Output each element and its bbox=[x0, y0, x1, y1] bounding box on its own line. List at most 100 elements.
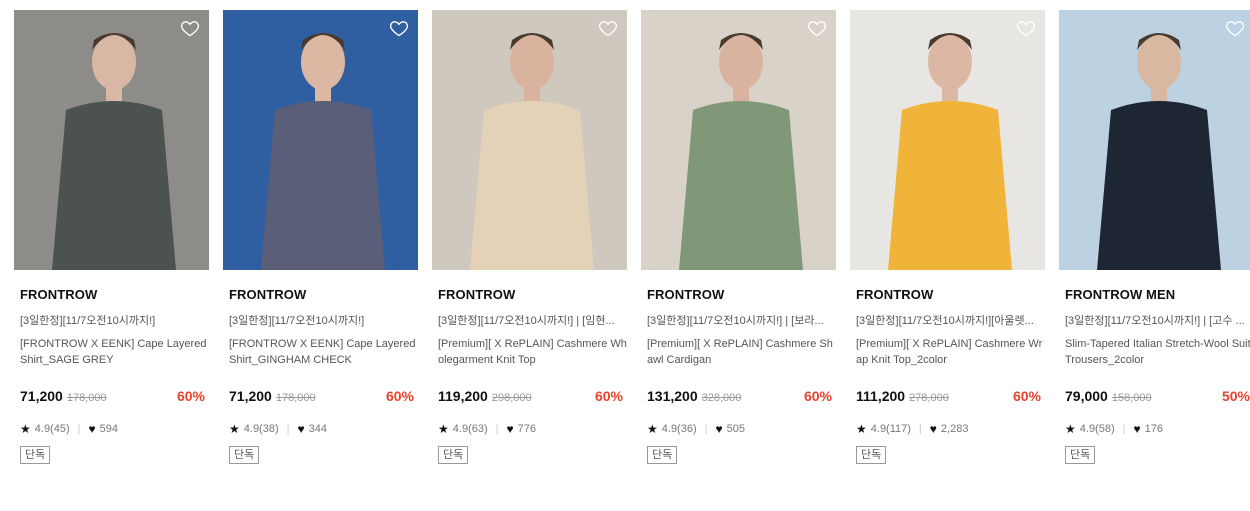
star-icon: ★ bbox=[438, 422, 449, 436]
divider: | bbox=[918, 423, 922, 435]
rating-text: 4.9(38) bbox=[243, 423, 279, 435]
product-card[interactable]: FRONTROW MEN [3일한정][11/7오전10시까지!] | [고수 … bbox=[1059, 10, 1250, 480]
divider: | bbox=[1122, 423, 1126, 435]
star-icon: ★ bbox=[1065, 422, 1076, 436]
heart-filled-icon: ♥ bbox=[715, 422, 723, 436]
sale-price: 71,200 bbox=[20, 388, 63, 404]
product-brand[interactable]: FRONTROW bbox=[647, 287, 724, 302]
exclusive-badge: 단독 bbox=[438, 446, 469, 464]
product-meta: ★ 4.9(58) | ♥ 176 bbox=[1065, 422, 1163, 436]
discount-rate: 60% bbox=[176, 388, 205, 404]
star-icon: ★ bbox=[647, 422, 658, 436]
wishlist-heart-icon[interactable] bbox=[389, 18, 409, 38]
discount-rate: 60% bbox=[385, 388, 414, 404]
heart-filled-icon: ♥ bbox=[88, 422, 96, 436]
wishlist-heart-icon[interactable] bbox=[807, 18, 827, 38]
product-promo[interactable]: [3일한정][11/7오전10시까지!] | [임현... bbox=[438, 312, 628, 328]
product-image[interactable] bbox=[432, 10, 627, 270]
product-price: 71,200 178,000 bbox=[229, 388, 316, 404]
heart-filled-icon: ♥ bbox=[297, 422, 305, 436]
star-icon: ★ bbox=[20, 422, 31, 436]
product-meta: ★ 4.9(38) | ♥ 344 bbox=[229, 422, 327, 436]
original-price: 278,000 bbox=[909, 392, 949, 404]
sale-price: 71,200 bbox=[229, 388, 272, 404]
rating-text: 4.9(45) bbox=[34, 423, 70, 435]
product-meta: ★ 4.9(63) | ♥ 776 bbox=[438, 422, 536, 436]
divider: | bbox=[77, 423, 81, 435]
product-meta: ★ 4.9(117) | ♥ 2,283 bbox=[856, 422, 968, 436]
product-image[interactable] bbox=[1059, 10, 1250, 270]
original-price: 298,000 bbox=[491, 392, 532, 404]
product-promo[interactable]: [3일한정][11/7오전10시까지!][아울렛... bbox=[856, 312, 1046, 328]
exclusive-badge: 단독 bbox=[20, 446, 51, 464]
product-name[interactable]: [FRONTROW X EENK] Cape Layered Shirt_GIN… bbox=[229, 336, 419, 368]
likes-count: 594 bbox=[99, 423, 118, 435]
product-card[interactable]: FRONTROW [3일한정][11/7오전10시까지!] [FRONTROW … bbox=[223, 10, 418, 480]
product-image[interactable] bbox=[850, 10, 1045, 270]
likes-count: 505 bbox=[726, 423, 745, 435]
rating-text: 4.9(63) bbox=[452, 423, 488, 435]
sale-price: 79,000 bbox=[1065, 388, 1108, 404]
product-name[interactable]: [Premium][ X RePLAIN] Cashmere Wholegarm… bbox=[438, 336, 628, 368]
exclusive-badge: 단독 bbox=[229, 446, 260, 464]
sale-price: 119,200 bbox=[438, 388, 488, 404]
product-name[interactable]: [FRONTROW X EENK] Cape Layered Shirt_SAG… bbox=[20, 336, 210, 368]
product-brand[interactable]: FRONTROW bbox=[229, 287, 306, 302]
product-brand[interactable]: FRONTROW bbox=[20, 287, 97, 302]
divider: | bbox=[495, 423, 499, 435]
divider: | bbox=[704, 423, 708, 435]
exclusive-badge: 단독 bbox=[856, 446, 887, 464]
product-brand[interactable]: FRONTROW bbox=[438, 287, 515, 302]
divider: | bbox=[286, 423, 290, 435]
product-card[interactable]: FRONTROW [3일한정][11/7오전10시까지!] | [보라... [… bbox=[641, 10, 836, 480]
product-card[interactable]: FRONTROW [3일한정][11/7오전10시까지!] [FRONTROW … bbox=[14, 10, 209, 480]
rating-text: 4.9(117) bbox=[870, 423, 911, 435]
product-image[interactable] bbox=[223, 10, 418, 270]
exclusive-badge: 단독 bbox=[1065, 446, 1096, 464]
wishlist-heart-icon[interactable] bbox=[180, 18, 200, 38]
product-price: 111,200 278,000 bbox=[856, 388, 949, 404]
exclusive-badge: 단독 bbox=[647, 446, 678, 464]
discount-rate: 60% bbox=[803, 388, 832, 404]
product-promo[interactable]: [3일한정][11/7오전10시까지!] bbox=[229, 312, 419, 328]
product-promo[interactable]: [3일한정][11/7오전10시까지!] | [보라... bbox=[647, 312, 837, 328]
original-price: 328,000 bbox=[701, 392, 742, 404]
product-price: 71,200 178,000 bbox=[20, 388, 107, 404]
likes-count: 2,283 bbox=[940, 423, 969, 435]
product-card[interactable]: FRONTROW [3일한정][11/7오전10시까지!][아울렛... [Pr… bbox=[850, 10, 1045, 480]
product-promo[interactable]: [3일한정][11/7오전10시까지!] bbox=[20, 312, 210, 328]
product-price: 131,200 328,000 bbox=[647, 388, 741, 404]
product-card[interactable]: FRONTROW [3일한정][11/7오전10시까지!] | [임현... [… bbox=[432, 10, 627, 480]
product-promo[interactable]: [3일한정][11/7오전10시까지!] | [고수 ... bbox=[1065, 312, 1250, 328]
discount-rate: 50% bbox=[1221, 388, 1250, 404]
product-meta: ★ 4.9(36) | ♥ 505 bbox=[647, 422, 745, 436]
product-name[interactable]: [Premium][ X RePLAIN] Cashmere Shawl Car… bbox=[647, 336, 837, 368]
product-meta: ★ 4.9(45) | ♥ 594 bbox=[20, 422, 118, 436]
rating-text: 4.9(58) bbox=[1079, 423, 1115, 435]
product-name[interactable]: [Premium][ X RePLAIN] Cashmere Wrap Knit… bbox=[856, 336, 1046, 368]
star-icon: ★ bbox=[229, 422, 240, 436]
likes-count: 176 bbox=[1144, 423, 1163, 435]
product-image[interactable] bbox=[641, 10, 836, 270]
product-image[interactable] bbox=[14, 10, 209, 270]
discount-rate: 60% bbox=[594, 388, 623, 404]
heart-filled-icon: ♥ bbox=[1133, 422, 1141, 436]
original-price: 178,000 bbox=[275, 392, 316, 404]
original-price: 158,000 bbox=[1111, 392, 1152, 404]
sale-price: 111,200 bbox=[856, 388, 906, 404]
likes-count: 776 bbox=[517, 423, 536, 435]
wishlist-heart-icon[interactable] bbox=[598, 18, 618, 38]
product-brand[interactable]: FRONTROW bbox=[856, 287, 933, 302]
heart-filled-icon: ♥ bbox=[929, 422, 937, 436]
product-grid: FRONTROW [3일한정][11/7오전10시까지!] [FRONTROW … bbox=[0, 0, 1250, 511]
sale-price: 131,200 bbox=[647, 388, 698, 404]
product-name[interactable]: Slim-Tapered Italian Stretch-Wool Suit T… bbox=[1065, 336, 1250, 368]
star-icon: ★ bbox=[856, 422, 867, 436]
product-price: 119,200 298,000 bbox=[438, 388, 532, 404]
product-brand[interactable]: FRONTROW MEN bbox=[1065, 287, 1175, 302]
wishlist-heart-icon[interactable] bbox=[1225, 18, 1245, 38]
product-price: 79,000 158,000 bbox=[1065, 388, 1152, 404]
wishlist-heart-icon[interactable] bbox=[1016, 18, 1036, 38]
discount-rate: 60% bbox=[1012, 388, 1041, 404]
likes-count: 344 bbox=[308, 423, 327, 435]
